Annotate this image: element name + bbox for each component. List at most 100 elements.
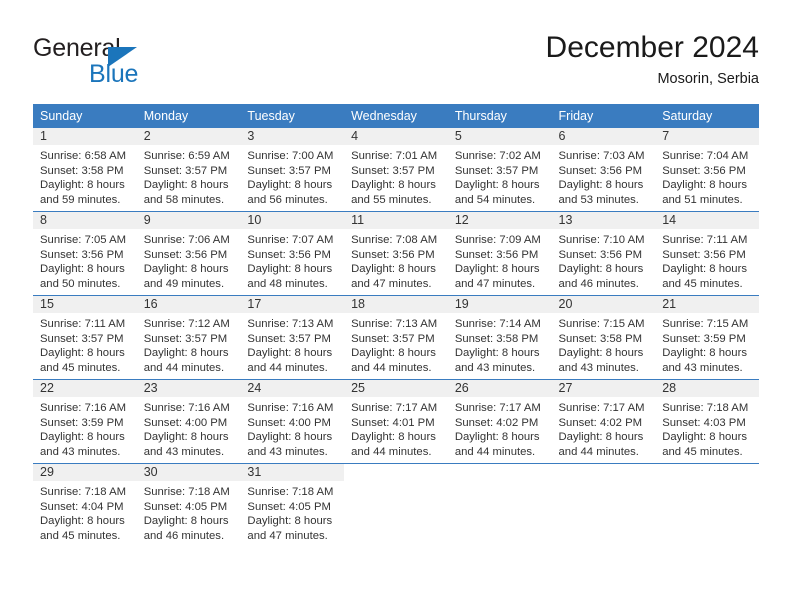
- daylight-duration-line2: and 43 minutes.: [454, 361, 536, 374]
- title-block: December 2024 Mosorin, Serbia: [546, 30, 759, 89]
- sunrise-time: Sunrise: 7:17 AM: [454, 402, 541, 414]
- daylight-duration-line1: Daylight: 8 hours: [454, 179, 540, 192]
- calendar-day-cell[interactable]: 23 Sunrise: 7:16 AM Sunset: 4:00 PM Dayligh…: [136, 379, 241, 464]
- daylight-duration-line2: and 43 minutes.: [143, 445, 225, 458]
- day-details: Sunrise: 7:02 AM Sunset: 3:57 PM Daylight:…: [448, 145, 552, 207]
- day-number: 17: [240, 296, 345, 313]
- calendar-day-cell[interactable]: 22 Sunrise: 7:16 AM Sunset: 3:59 PM Dayligh…: [33, 379, 137, 464]
- sunrise-time: Sunrise: 7:02 AM: [454, 150, 541, 162]
- calendar-empty-cell: [447, 463, 552, 547]
- day-number: 25: [344, 380, 448, 397]
- sunset-time: Sunset: 3:56 PM: [454, 248, 539, 261]
- day-number: 15: [33, 296, 137, 313]
- calendar-day-cell[interactable]: 13 Sunrise: 7:10 AM Sunset: 3:56 PM Dayligh…: [551, 211, 656, 296]
- weekday-header-tuesday: Tuesday: [240, 104, 345, 128]
- calendar-day-cell[interactable]: 29 Sunrise: 7:18 AM Sunset: 4:04 PM Dayligh…: [33, 463, 137, 547]
- day-details: Sunrise: 7:04 AM Sunset: 3:56 PM Daylight:…: [655, 145, 759, 207]
- calendar-day-cell[interactable]: 31 Sunrise: 7:18 AM Sunset: 4:05 PM Dayligh…: [240, 463, 345, 547]
- sunrise-time: Sunrise: 7:03 AM: [558, 150, 645, 162]
- daylight-duration-line2: and 51 minutes.: [662, 193, 743, 206]
- calendar-day-cell[interactable]: 15 Sunrise: 7:11 AM Sunset: 3:57 PM Dayligh…: [33, 295, 137, 380]
- daylight-duration-line2: and 44 minutes.: [247, 361, 328, 374]
- day-number: 18: [344, 296, 448, 313]
- calendar-day-cell[interactable]: 17 Sunrise: 7:13 AM Sunset: 3:57 PM Dayligh…: [240, 295, 345, 380]
- calendar-day-cell[interactable]: 26 Sunrise: 7:17 AM Sunset: 4:02 PM Dayligh…: [447, 379, 552, 464]
- sunrise-time: Sunrise: 7:16 AM: [40, 402, 127, 414]
- sunrise-time: Sunrise: 7:18 AM: [662, 402, 749, 414]
- sunrise-time: Sunrise: 7:11 AM: [662, 234, 748, 246]
- day-number: 4: [344, 128, 448, 145]
- logo-text-blue: Blue: [89, 60, 139, 88]
- calendar-week-row: 8 Sunrise: 7:05 AM Sunset: 3:56 PM Daylight…: [33, 211, 759, 296]
- sunset-time: Sunset: 3:56 PM: [40, 248, 124, 261]
- day-details: [552, 481, 656, 485]
- calendar-day-cell[interactable]: 25 Sunrise: 7:17 AM Sunset: 4:01 PM Dayligh…: [344, 379, 448, 464]
- calendar-day-cell[interactable]: 19 Sunrise: 7:14 AM Sunset: 3:58 PM Dayligh…: [447, 295, 552, 380]
- day-number: 20: [551, 296, 656, 313]
- daylight-duration-line1: Daylight: 8 hours: [662, 263, 747, 276]
- day-details: Sunrise: 7:16 AM Sunset: 3:59 PM Daylight:…: [33, 397, 137, 459]
- calendar-day-cell[interactable]: 21 Sunrise: 7:15 AM Sunset: 3:59 PM Dayligh…: [655, 295, 759, 380]
- calendar-page: General Blue December 2024 Mosorin, Serb…: [0, 0, 792, 612]
- day-details: Sunrise: 7:18 AM Sunset: 4:04 PM Daylight:…: [33, 481, 137, 543]
- day-number: [655, 464, 759, 481]
- calendar-day-cell[interactable]: 12 Sunrise: 7:09 AM Sunset: 3:56 PM Dayligh…: [447, 211, 552, 296]
- calendar-day-cell[interactable]: 20 Sunrise: 7:15 AM Sunset: 3:58 PM Dayligh…: [551, 295, 656, 380]
- day-details: Sunrise: 7:10 AM Sunset: 3:56 PM Daylight:…: [552, 229, 656, 291]
- calendar-grid: Sunday Monday Tuesday Wednesday Thursday…: [33, 104, 759, 547]
- calendar-day-cell[interactable]: 16 Sunrise: 7:12 AM Sunset: 3:57 PM Dayligh…: [136, 295, 241, 380]
- sunrise-time: Sunrise: 7:09 AM: [454, 234, 541, 246]
- page-title: December 2024: [545, 31, 759, 64]
- day-details: Sunrise: 7:12 AM Sunset: 3:57 PM Daylight:…: [137, 313, 241, 375]
- calendar-day-cell[interactable]: 18 Sunrise: 7:13 AM Sunset: 3:57 PM Dayligh…: [344, 295, 448, 380]
- sunrise-time: Sunrise: 7:17 AM: [558, 402, 645, 414]
- sunset-time: Sunset: 3:56 PM: [247, 248, 331, 261]
- daylight-duration-line1: Daylight: 8 hours: [40, 515, 125, 528]
- daylight-duration-line1: Daylight: 8 hours: [454, 431, 540, 444]
- day-details: Sunrise: 7:16 AM Sunset: 4:00 PM Daylight:…: [137, 397, 241, 459]
- day-number: 19: [447, 296, 552, 313]
- calendar-day-cell[interactable]: 24 Sunrise: 7:16 AM Sunset: 4:00 PM Dayligh…: [240, 379, 345, 464]
- sunset-time: Sunset: 4:05 PM: [143, 500, 228, 513]
- calendar-day-cell[interactable]: 7 Sunrise: 7:04 AM Sunset: 3:56 PM Daylight…: [655, 128, 759, 212]
- calendar-day-cell[interactable]: 27 Sunrise: 7:17 AM Sunset: 4:02 PM Dayligh…: [551, 379, 656, 464]
- calendar-day-cell[interactable]: 3 Sunrise: 7:00 AM Sunset: 3:57 PM Daylight…: [240, 128, 345, 212]
- daylight-duration-line1: Daylight: 8 hours: [558, 347, 644, 360]
- sunrise-time: Sunrise: 7:17 AM: [351, 402, 438, 414]
- calendar-day-cell[interactable]: 2 Sunrise: 6:59 AM Sunset: 3:57 PM Daylight…: [136, 128, 241, 212]
- daylight-duration-line1: Daylight: 8 hours: [247, 347, 333, 360]
- calendar-day-cell[interactable]: 5 Sunrise: 7:02 AM Sunset: 3:57 PM Daylight…: [447, 128, 552, 212]
- sunset-time: Sunset: 3:57 PM: [143, 332, 228, 345]
- sunset-time: Sunset: 4:00 PM: [247, 416, 331, 429]
- calendar-day-cell[interactable]: 6 Sunrise: 7:03 AM Sunset: 3:56 PM Daylight…: [551, 128, 656, 212]
- weekday-header-saturday: Saturday: [655, 104, 759, 128]
- weekday-header-thursday: Thursday: [447, 104, 552, 128]
- daylight-duration-line2: and 45 minutes.: [40, 361, 121, 374]
- calendar-day-cell[interactable]: 11 Sunrise: 7:08 AM Sunset: 3:56 PM Dayligh…: [344, 211, 448, 296]
- day-details: Sunrise: 7:00 AM Sunset: 3:57 PM Daylight:…: [240, 145, 344, 207]
- daylight-duration-line2: and 45 minutes.: [40, 529, 121, 542]
- calendar-day-cell[interactable]: 9 Sunrise: 7:06 AM Sunset: 3:56 PM Daylight…: [136, 211, 241, 296]
- calendar-day-cell[interactable]: 30 Sunrise: 7:18 AM Sunset: 4:05 PM Dayligh…: [136, 463, 241, 547]
- sunrise-time: Sunrise: 7:01 AM: [351, 150, 438, 162]
- day-number: 2: [136, 128, 241, 145]
- calendar-week-row: 15 Sunrise: 7:11 AM Sunset: 3:57 PM Dayligh…: [33, 295, 759, 380]
- daylight-duration-line1: Daylight: 8 hours: [558, 263, 644, 276]
- day-number: 5: [447, 128, 552, 145]
- day-number: 26: [447, 380, 552, 397]
- day-details: Sunrise: 7:13 AM Sunset: 3:57 PM Daylight:…: [240, 313, 344, 375]
- calendar-day-cell[interactable]: 28 Sunrise: 7:18 AM Sunset: 4:03 PM Dayligh…: [655, 379, 759, 464]
- daylight-duration-line1: Daylight: 8 hours: [143, 347, 229, 360]
- general-blue-logo[interactable]: General Blue: [33, 34, 263, 92]
- sunset-time: Sunset: 3:59 PM: [662, 332, 746, 345]
- calendar-day-cell[interactable]: 14 Sunrise: 7:11 AM Sunset: 3:56 PM Dayligh…: [655, 211, 759, 296]
- day-number: 28: [655, 380, 759, 397]
- daylight-duration-line2: and 44 minutes.: [454, 445, 536, 458]
- calendar-day-cell[interactable]: 8 Sunrise: 7:05 AM Sunset: 3:56 PM Daylight…: [33, 211, 137, 296]
- calendar-day-cell[interactable]: 1 Sunrise: 6:58 AM Sunset: 3:58 PM Daylight…: [33, 128, 137, 212]
- sunrise-time: Sunrise: 7:06 AM: [143, 234, 230, 246]
- sunset-time: Sunset: 3:57 PM: [143, 164, 228, 177]
- calendar-day-cell[interactable]: 10 Sunrise: 7:07 AM Sunset: 3:56 PM Dayligh…: [240, 211, 345, 296]
- daylight-duration-line2: and 55 minutes.: [351, 193, 432, 206]
- calendar-day-cell[interactable]: 4 Sunrise: 7:01 AM Sunset: 3:57 PM Daylight…: [344, 128, 448, 212]
